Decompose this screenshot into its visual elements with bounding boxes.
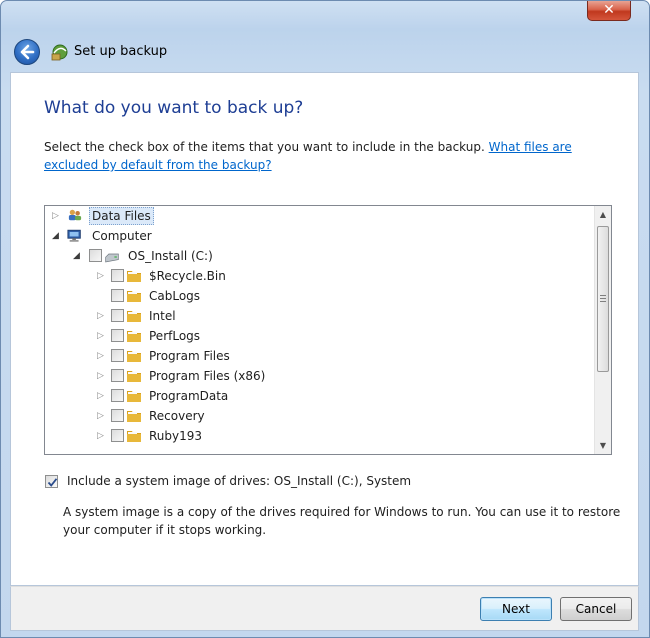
tree-label-folder: PerfLogs [149, 329, 201, 343]
scroll-down-arrow-icon[interactable]: ▼ [595, 437, 611, 454]
collapse-arrow-icon[interactable]: ◢ [73, 246, 83, 266]
folder-icon [127, 271, 141, 282]
backup-items-tree[interactable]: ▷ Data Files ◢ Computer ◢ OS_Install (C:… [44, 205, 612, 455]
folder-checkbox[interactable] [111, 289, 124, 302]
folder-icon [127, 351, 141, 362]
folder-icon [127, 311, 141, 322]
system-image-description: A system image is a copy of the drives r… [63, 505, 621, 537]
expand-arrow-icon[interactable]: ▷ [97, 346, 107, 366]
tree-label-computer: Computer [92, 229, 152, 243]
folder-checkbox[interactable] [111, 309, 124, 322]
tree-label-folder: Ruby193 [149, 429, 203, 443]
expand-arrow-icon[interactable]: ▷ [97, 266, 107, 286]
tree-label-folder: Recovery [149, 409, 205, 423]
close-button[interactable]: ✕ [587, 1, 631, 21]
folder-checkbox[interactable] [111, 369, 124, 382]
tree-row-drive[interactable]: ◢ OS_Install (C:) [45, 246, 590, 266]
tree-row-folder[interactable]: ▷ Program Files (x86) [45, 366, 590, 386]
tree-label-folder: Intel [149, 309, 176, 323]
folder-icon [127, 291, 141, 302]
expand-arrow-icon[interactable]: ▷ [52, 206, 62, 226]
tree-row-folder[interactable]: ▷ Ruby193 [45, 426, 590, 446]
setup-backup-window: ✕ Set up backup What do you want to back… [0, 0, 650, 638]
expand-arrow-icon[interactable]: ▷ [97, 326, 107, 346]
tree-row-folder[interactable]: ▷ $Recycle.Bin [45, 266, 590, 286]
scrollbar-thumb[interactable] [597, 226, 609, 372]
expand-arrow-icon[interactable]: ▷ [97, 306, 107, 326]
window-title: Set up backup [74, 44, 168, 59]
folder-icon [127, 371, 141, 382]
folder-checkbox[interactable] [111, 329, 124, 342]
tree-row-folder[interactable]: ▷ ProgramData [45, 386, 590, 406]
folder-checkbox[interactable] [111, 409, 124, 422]
tree-row-folder[interactable]: ▷ PerfLogs [45, 326, 590, 346]
folder-icon [127, 391, 141, 402]
tree-row-folder[interactable]: ▷ Program Files [45, 346, 590, 366]
cancel-button[interactable]: Cancel [560, 597, 632, 621]
expand-arrow-icon[interactable]: ▷ [97, 426, 107, 446]
button-bar: Next Cancel [10, 586, 639, 631]
folder-checkbox[interactable] [111, 269, 124, 282]
expand-arrow-icon[interactable]: ▷ [97, 366, 107, 386]
folder-icon [127, 331, 141, 342]
folder-checkbox[interactable] [111, 349, 124, 362]
drive-checkbox[interactable] [89, 249, 102, 262]
folder-checkbox[interactable] [111, 389, 124, 402]
checkmark-icon [47, 478, 58, 487]
users-icon [68, 209, 82, 221]
drive-icon [105, 253, 119, 263]
tree-row-data-files[interactable]: ▷ Data Files [45, 206, 590, 226]
content-panel: What do you want to back up? Select the … [10, 72, 639, 586]
tree-row-folder[interactable]: CabLogs [45, 286, 590, 306]
folder-icon [127, 431, 141, 442]
tree-label-data-files: Data Files [89, 207, 154, 225]
tree-row-computer[interactable]: ◢ Computer [45, 226, 590, 246]
expand-arrow-icon[interactable]: ▷ [97, 386, 107, 406]
next-button[interactable]: Next [480, 597, 552, 621]
tree-label-drive: OS_Install (C:) [128, 249, 213, 263]
tree-label-folder: Program Files (x86) [149, 369, 266, 383]
tree-label-folder: CabLogs [149, 289, 201, 303]
tree-label-folder: ProgramData [149, 389, 229, 403]
tree-label-folder: $Recycle.Bin [149, 269, 226, 283]
folder-icon [127, 411, 141, 422]
back-arrow-icon [20, 44, 35, 60]
tree-label-folder: Program Files [149, 349, 230, 363]
page-heading: What do you want to back up? [44, 98, 304, 118]
instruction-text: Select the check box of the items that y… [44, 138, 604, 174]
system-image-label[interactable]: Include a system image of drives: OS_Ins… [67, 474, 411, 488]
close-icon: ✕ [603, 2, 615, 18]
system-image-checkbox[interactable] [45, 475, 58, 488]
collapse-arrow-icon[interactable]: ◢ [52, 226, 62, 246]
tree-row-folder[interactable]: ▷ Recovery [45, 406, 590, 426]
expand-arrow-icon[interactable]: ▷ [97, 406, 107, 426]
computer-icon [67, 229, 81, 242]
scroll-up-arrow-icon[interactable]: ▲ [595, 206, 611, 223]
instruction-label: Select the check box of the items that y… [44, 140, 485, 154]
vertical-scrollbar[interactable]: ▲ ▼ [594, 206, 611, 454]
tree-row-folder[interactable]: ▷ Intel [45, 306, 590, 326]
folder-checkbox[interactable] [111, 429, 124, 442]
backup-app-icon [51, 44, 68, 61]
grip-icon [600, 295, 606, 302]
back-button[interactable] [14, 39, 40, 65]
